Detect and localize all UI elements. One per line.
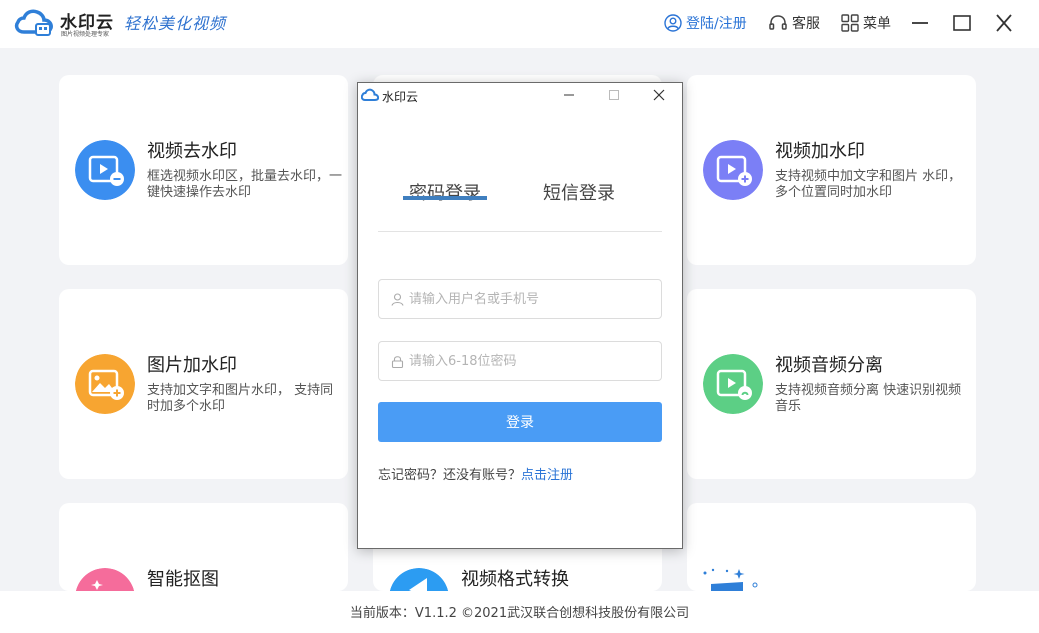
close-icon[interactable] <box>992 11 1016 35</box>
headset-icon <box>769 15 787 30</box>
dialog-title: 水印云 <box>382 90 419 104</box>
customer-service-button[interactable]: 客服 <box>768 11 820 35</box>
brand-subtitle: 图片视频处理专家 <box>61 31 110 38</box>
video-remove-icon <box>75 140 135 200</box>
username-input[interactable] <box>409 280 654 318</box>
card-title: 视频去水印 <box>147 141 237 162</box>
card-title: 视频格式转换 <box>461 569 569 590</box>
slogan: 轻松美化视频 <box>124 14 227 33</box>
sparkle-decoration-icon <box>703 568 758 591</box>
card-title: 图片加水印 <box>147 355 237 376</box>
audio-separate-icon <box>703 354 763 414</box>
maximize-icon[interactable] <box>950 11 974 35</box>
login-dialog: 水印云 密码登录 短信登录 登录 忘记密码？还没有账号？点击注册 <box>357 82 683 549</box>
minimize-icon[interactable] <box>908 11 932 35</box>
dialog-logo-icon <box>361 88 379 101</box>
login-register-label: 登陆/注册 <box>686 16 747 32</box>
grid-menu-icon <box>841 14 859 32</box>
card-description: 支持视频音频分离 快速识别视频音乐 <box>775 383 962 414</box>
image-add-icon <box>75 354 135 414</box>
app-logo-icon <box>14 9 53 36</box>
menu-button[interactable]: 菜单 <box>841 11 891 35</box>
menu-label: 菜单 <box>863 16 891 32</box>
login-register-button[interactable]: 登陆/注册 <box>664 11 747 35</box>
footer-version: 当前版本：V1.1.2 ©2021武汉联合创想科技股份有限公司 <box>0 591 1039 633</box>
card-audio-separate[interactable]: 视频音频分离 支持视频音频分离 快速识别视频音乐 <box>687 289 976 479</box>
title-bar: 水印云 图片视频处理专家 轻松美化视频 登陆/注册 客服 菜单 <box>0 0 1039 48</box>
password-field[interactable] <box>378 341 662 381</box>
username-field[interactable] <box>378 279 662 319</box>
card-video-add-watermark[interactable]: 视频加水印 支持视频中加文字和图片 水印，多个位置同时加水印 <box>687 75 976 265</box>
user-icon <box>391 293 404 306</box>
format-convert-icon <box>389 568 449 591</box>
card-title: 视频音频分离 <box>775 355 883 376</box>
card-video-remove-watermark[interactable]: 视频去水印 框选视频水印区，批量去水印，一键快速操作去水印 <box>59 75 348 265</box>
card-image-add-watermark[interactable]: 图片加水印 支持加文字和图片水印， 支持同时加多个水印 <box>59 289 348 479</box>
card-description: 支持加文字和图片水印， 支持同时加多个水印 <box>147 383 334 414</box>
forgot-register-row: 忘记密码？还没有账号？点击注册 <box>378 464 573 483</box>
forgot-password-text[interactable]: 忘记密码？还没有账号？ <box>378 468 521 483</box>
tab-sms-login[interactable]: 短信登录 <box>543 179 615 205</box>
login-button[interactable]: 登录 <box>378 402 662 442</box>
card-description: 框选视频水印区，批量去水印，一键快速操作去水印 <box>147 169 343 200</box>
card-title: 视频加水印 <box>775 141 865 162</box>
video-add-icon <box>703 140 763 200</box>
dialog-maximize-icon[interactable] <box>604 86 624 104</box>
card-more[interactable] <box>687 503 976 591</box>
lock-icon <box>391 356 404 368</box>
active-tab-indicator <box>403 196 487 200</box>
tab-password-login[interactable]: 密码登录 <box>409 179 481 205</box>
cutout-icon <box>75 568 135 591</box>
card-smart-cutout[interactable]: 智能抠图 <box>59 503 348 591</box>
dialog-minimize-icon[interactable] <box>559 86 579 104</box>
register-link[interactable]: 点击注册 <box>521 468 573 483</box>
dialog-close-icon[interactable] <box>649 86 669 104</box>
card-description: 支持视频中加文字和图片 水印，多个位置同时加水印 <box>775 169 962 200</box>
tab-divider <box>378 231 662 232</box>
card-title: 智能抠图 <box>147 569 219 590</box>
password-input[interactable] <box>409 342 654 380</box>
user-icon <box>664 14 682 32</box>
customer-service-label: 客服 <box>792 16 820 32</box>
